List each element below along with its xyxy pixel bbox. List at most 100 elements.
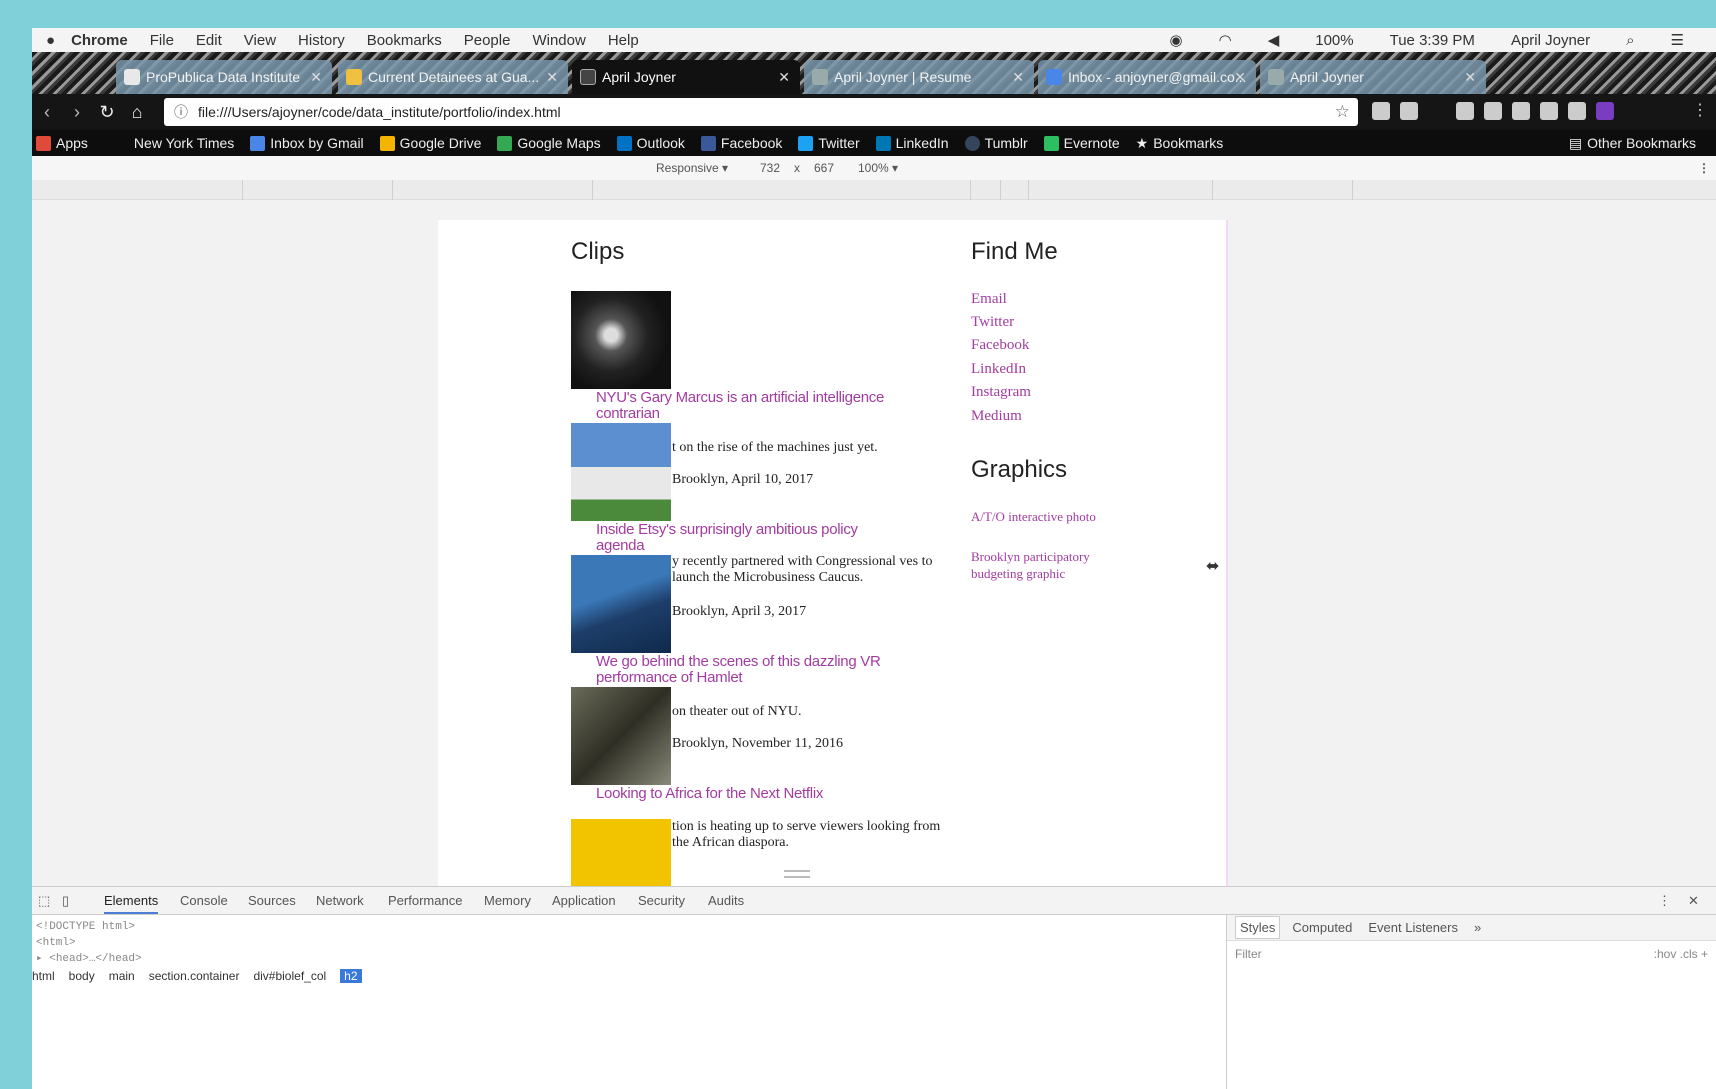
inspect-icon[interactable]: ⬚ [38, 893, 50, 909]
findme-medium-link[interactable]: Medium [971, 405, 1022, 428]
bookmark-apps[interactable]: Apps [36, 135, 88, 151]
menu-bookmarks[interactable]: Bookmarks [367, 32, 442, 49]
apple-icon[interactable]: ● [46, 32, 55, 49]
chrome-menu-icon[interactable]: ⋮ [1692, 100, 1708, 120]
user-name[interactable]: April Joyner [1511, 32, 1590, 49]
battery-level[interactable]: 100% [1315, 32, 1353, 49]
zoom-select[interactable]: 100% ▾ [858, 161, 898, 175]
tab-close-icon[interactable]: ✕ [1234, 60, 1246, 94]
volume-icon[interactable]: ◀ [1268, 31, 1280, 49]
device-more-icon[interactable]: ⋮ [1698, 161, 1710, 175]
tab-close-icon[interactable]: ✕ [1464, 60, 1476, 94]
tab-resume[interactable]: April Joyner | Resume ✕ [804, 60, 1034, 94]
device-height-input[interactable]: 667 [814, 161, 834, 175]
bookmark-linkedin[interactable]: LinkedIn [875, 135, 949, 151]
crumb-main[interactable]: main [109, 969, 135, 983]
bookmark-maps[interactable]: Google Maps [497, 135, 601, 151]
tab-propublica[interactable]: ProPublica Data Institute ✕ [116, 60, 332, 94]
spotlight-icon[interactable]: ⌕ [1626, 32, 1634, 49]
bookmark-evernote[interactable]: Evernote [1043, 135, 1120, 151]
clip-thumbnail-capitol[interactable] [571, 423, 671, 521]
bookmark-nytimes[interactable]: New York Times [134, 135, 234, 151]
extension-icon[interactable] [1456, 102, 1474, 120]
clip-thumbnail-robot[interactable] [571, 291, 671, 389]
menu-edit[interactable]: Edit [196, 32, 222, 49]
clip-link-4[interactable]: Looking to Africa for the Next Netflix [596, 786, 906, 802]
bookmark-other[interactable]: ▤ Other Bookmarks [1569, 135, 1696, 152]
clip-link-1[interactable]: NYU's Gary Marcus is an artificial intel… [596, 390, 906, 422]
forward-icon[interactable]: › [62, 102, 92, 123]
devtools-close-icon[interactable]: ✕ [1688, 893, 1699, 909]
findme-instagram-link[interactable]: Instagram [971, 381, 1031, 404]
bookmark-inbox[interactable]: Inbox by Gmail [250, 135, 364, 151]
dom-line[interactable]: ▸ <head>…</head> [36, 951, 142, 967]
devtools-more-icon[interactable]: ⋮ [1658, 893, 1671, 909]
bookmark-star-icon[interactable]: ☆ [1335, 98, 1350, 126]
menu-people[interactable]: People [464, 32, 511, 49]
crumb-html[interactable]: html [32, 969, 55, 983]
findme-linkedin-link[interactable]: LinkedIn [971, 358, 1026, 381]
tab-close-icon[interactable]: ✕ [546, 60, 558, 94]
tab-application[interactable]: Application [552, 893, 616, 908]
graphics-budgeting-link[interactable]: Brooklyn participatory budgeting graphic [971, 548, 1101, 582]
tab-close-icon[interactable]: ✕ [778, 60, 790, 94]
clip-link-2[interactable]: Inside Etsy's surprisingly ambitious pol… [596, 522, 906, 554]
clock[interactable]: Tue 3:39 PM [1390, 32, 1475, 49]
notifications-icon[interactable]: ☰ [1671, 31, 1684, 49]
device-width-input[interactable]: 732 [760, 161, 780, 175]
tab-detainees[interactable]: Current Detainees at Gua... ✕ [338, 60, 568, 94]
bookmark-drive[interactable]: Google Drive [379, 135, 481, 151]
tab-console[interactable]: Console [180, 893, 228, 908]
viewport-resize-handle[interactable]: ⬌ [1206, 556, 1219, 576]
tab-performance[interactable]: Performance [388, 893, 462, 908]
styles-filter-input[interactable]: Filter [1235, 947, 1262, 961]
tab-security[interactable]: Security [638, 893, 685, 908]
extension-icon[interactable] [1540, 102, 1558, 120]
bookmark-tumblr[interactable]: Tumblr [964, 135, 1028, 151]
bookmark-facebook[interactable]: Facebook [700, 135, 782, 151]
bookmark-outlook[interactable]: Outlook [616, 135, 685, 151]
more-tabs-icon[interactable]: » [1470, 917, 1485, 938]
clip-thumbnail-vr[interactable] [571, 555, 671, 653]
dom-line[interactable]: <html> [36, 935, 142, 951]
bookmark-twitter[interactable]: Twitter [798, 135, 860, 151]
menu-window[interactable]: Window [532, 32, 585, 49]
reload-icon[interactable]: ↻ [92, 102, 122, 123]
menu-chrome[interactable]: Chrome [71, 32, 128, 49]
devtools-drag-handle[interactable] [784, 870, 810, 878]
tab-styles[interactable]: Styles [1235, 916, 1281, 939]
tab-computed[interactable]: Computed [1288, 917, 1356, 938]
extension-icon[interactable] [1372, 102, 1390, 120]
device-mode-select[interactable]: Responsive ▾ [656, 161, 728, 175]
tab-memory[interactable]: Memory [484, 893, 531, 908]
crumb-h2-selected[interactable]: h2 [340, 969, 362, 983]
tab-close-icon[interactable]: ✕ [1012, 60, 1024, 94]
extension-icon[interactable] [1400, 102, 1418, 120]
tab-sources[interactable]: Sources [248, 893, 296, 908]
tab-april-joyner-2[interactable]: April Joyner ✕ [1260, 60, 1486, 94]
extension-icon[interactable] [1484, 102, 1502, 120]
extension-icon[interactable] [1512, 102, 1530, 120]
findme-facebook-link[interactable]: Facebook [971, 334, 1029, 357]
menu-history[interactable]: History [298, 32, 345, 49]
menu-file[interactable]: File [150, 32, 174, 49]
home-icon[interactable]: ⌂ [122, 102, 152, 123]
graphics-ato-link[interactable]: A/T/O interactive photo [971, 508, 1101, 525]
tab-audits[interactable]: Audits [708, 893, 744, 908]
clip-link-3[interactable]: We go behind the scenes of this dazzling… [596, 654, 906, 686]
tab-april-joyner-active[interactable]: April Joyner ✕ [572, 60, 800, 94]
device-toggle-icon[interactable]: ▯ [62, 893, 69, 909]
menu-help[interactable]: Help [608, 32, 639, 49]
tab-elements[interactable]: Elements [104, 893, 159, 914]
clip-thumbnail-netflix[interactable] [571, 687, 671, 785]
media-query-ruler[interactable] [32, 180, 1716, 200]
info-icon[interactable]: ⓘ [174, 98, 188, 126]
crumb-body[interactable]: body [69, 969, 95, 983]
styles-filter-options[interactable]: :hov .cls + [1654, 947, 1708, 961]
tab-network[interactable]: Network [316, 893, 364, 908]
crumb-div[interactable]: div#biolef_col [253, 969, 326, 983]
extension-icon[interactable] [1596, 102, 1614, 120]
dom-line[interactable]: <!DOCTYPE html> [36, 919, 142, 935]
crumb-section[interactable]: section.container [149, 969, 240, 983]
tab-close-icon[interactable]: ✕ [310, 60, 322, 94]
